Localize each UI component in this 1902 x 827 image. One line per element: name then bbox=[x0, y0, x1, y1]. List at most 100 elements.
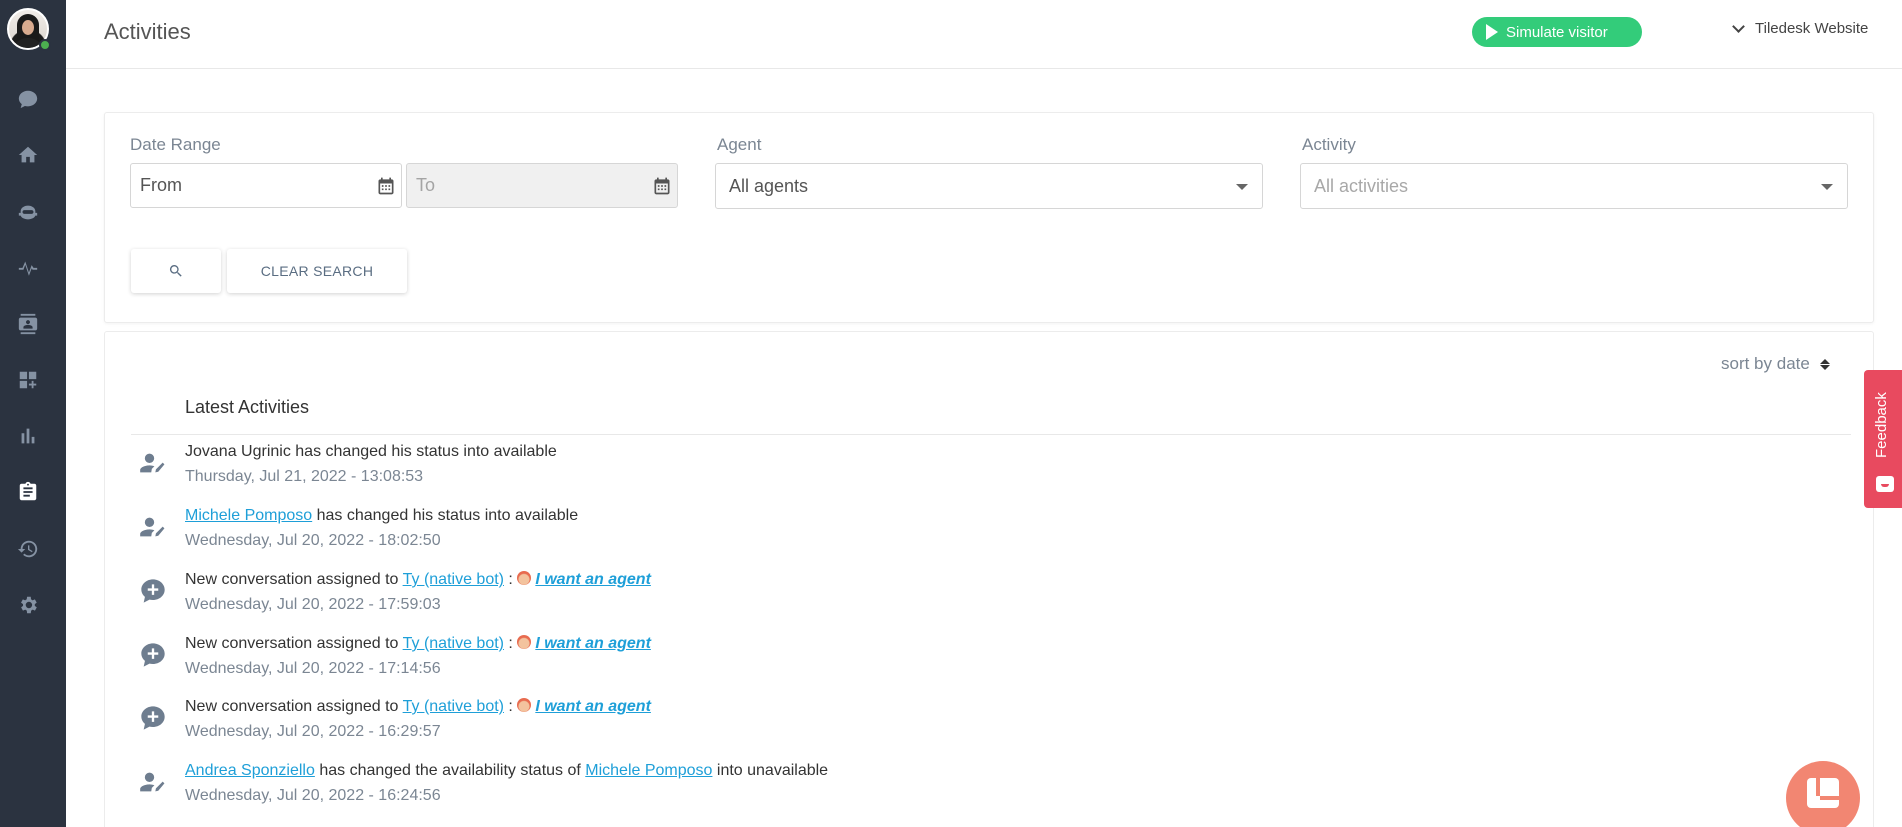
search-icon bbox=[169, 265, 182, 277]
activity-row: New conversation assigned to Ty (native … bbox=[131, 635, 1831, 695]
bar-chart-icon[interactable] bbox=[15, 423, 41, 449]
assignee-link[interactable]: Ty (native bot) bbox=[403, 635, 504, 652]
user-edit-icon bbox=[139, 513, 169, 543]
user-edit-icon bbox=[139, 449, 169, 479]
project-selector[interactable]: Tiledesk Website bbox=[1732, 19, 1869, 37]
activity-prefix: New conversation assigned to bbox=[185, 635, 403, 652]
dropdown-caret-icon bbox=[1821, 184, 1833, 190]
date-to-field[interactable]: To bbox=[406, 163, 678, 208]
calendar-icon[interactable] bbox=[647, 164, 677, 207]
activity-text: New conversation assigned to Ty (native … bbox=[185, 571, 651, 589]
activity-actor-link[interactable]: Michele Pomposo bbox=[185, 507, 312, 524]
clear-search-button[interactable]: CLEAR SEARCH bbox=[227, 249, 407, 293]
conversation-link[interactable]: I want an agent bbox=[517, 698, 651, 715]
activity-prefix: New conversation assigned to bbox=[185, 698, 403, 715]
simulate-visitor-label: Simulate visitor bbox=[1506, 23, 1608, 41]
activity-select[interactable]: All activities bbox=[1300, 163, 1848, 209]
activity-text: New conversation assigned to Ty (native … bbox=[185, 698, 651, 716]
dropdown-caret-icon bbox=[1236, 184, 1248, 190]
divider bbox=[131, 434, 1851, 435]
activity-date: Wednesday, Jul 20, 2022 - 16:24:56 bbox=[185, 787, 441, 804]
agent-select-value: All agents bbox=[729, 175, 809, 196]
activity-row: New conversation assigned to Ty (native … bbox=[131, 698, 1831, 758]
latest-activities-title: Latest Activities bbox=[185, 397, 310, 417]
activity-date: Wednesday, Jul 20, 2022 - 17:14:56 bbox=[185, 660, 441, 677]
sidebar bbox=[0, 0, 66, 827]
sort-label: sort by date bbox=[1721, 354, 1810, 373]
add-comment-icon bbox=[139, 704, 169, 734]
conversation-link[interactable]: I want an agent bbox=[517, 571, 651, 588]
contacts-icon[interactable] bbox=[15, 311, 41, 337]
feedback-tab[interactable]: Feedback bbox=[1864, 370, 1902, 508]
search-button[interactable] bbox=[131, 249, 221, 293]
activity-label: Activity bbox=[1302, 135, 1356, 154]
play-icon bbox=[1486, 24, 1498, 40]
date-from-field[interactable]: From bbox=[130, 163, 402, 208]
chat-launcher-button[interactable] bbox=[1786, 761, 1860, 827]
activity-date: Wednesday, Jul 20, 2022 - 16:29:57 bbox=[185, 723, 441, 740]
add-comment-icon bbox=[139, 641, 169, 671]
activity-text: Michele Pomposo has changed his status i… bbox=[185, 507, 578, 525]
conversation-link[interactable]: I want an agent bbox=[517, 635, 651, 652]
feedback-label: Feedback bbox=[1873, 392, 1890, 458]
calendar-icon[interactable] bbox=[371, 164, 401, 207]
agent-select[interactable]: All agents bbox=[715, 163, 1263, 209]
activity-date: Wednesday, Jul 20, 2022 - 17:59:03 bbox=[185, 596, 441, 613]
assignee-link[interactable]: Ty (native bot) bbox=[403, 571, 504, 588]
date-to-placeholder: To bbox=[416, 175, 436, 195]
agent-label: Agent bbox=[717, 135, 762, 154]
activity-prefix: New conversation assigned to bbox=[185, 571, 403, 588]
activity-actor-link[interactable]: Andrea Sponziello bbox=[185, 762, 315, 779]
date-from-placeholder: From bbox=[140, 175, 182, 195]
assignee-link[interactable]: Ty (native bot) bbox=[403, 698, 504, 715]
activity-suffix: into unavailable bbox=[712, 762, 829, 779]
activities-panel: sort by date Latest Activities Jovana Ug… bbox=[104, 331, 1874, 827]
sort-by-date-toggle[interactable]: sort by date bbox=[1721, 354, 1830, 374]
clipboard-icon[interactable] bbox=[15, 479, 41, 505]
project-name: Tiledesk Website bbox=[1755, 20, 1869, 37]
activity-description: has changed the availability status of bbox=[314, 762, 586, 779]
activity-date: Wednesday, Jul 20, 2022 - 18:02:50 bbox=[185, 532, 441, 549]
bot-icon[interactable] bbox=[15, 199, 41, 225]
visitor-emoji-icon bbox=[517, 698, 532, 712]
activity-separator: : bbox=[503, 698, 518, 715]
activity-description: has changed his status into available bbox=[290, 443, 557, 460]
top-header: Activities Simulate visitor Tiledesk Web… bbox=[66, 0, 1902, 69]
visitor-emoji-icon bbox=[517, 571, 532, 585]
activity-select-placeholder: All activities bbox=[1314, 175, 1409, 196]
add-comment-icon bbox=[139, 577, 169, 607]
apps-icon[interactable] bbox=[15, 367, 41, 393]
home-icon[interactable] bbox=[15, 142, 41, 168]
activity-target-link[interactable]: Michele Pomposo bbox=[585, 762, 712, 779]
smiley-icon bbox=[1876, 476, 1894, 492]
activity-row: New conversation assigned to Ty (native … bbox=[131, 571, 1831, 631]
date-range-label: Date Range bbox=[130, 135, 221, 154]
conversation-message: I want an agent bbox=[535, 571, 651, 588]
chat-widget-icon bbox=[1807, 778, 1839, 808]
filters-panel: Date Range From To Agent All agents Acti… bbox=[104, 112, 1874, 323]
simulate-visitor-button[interactable]: Simulate visitor bbox=[1472, 17, 1642, 47]
gear-icon[interactable] bbox=[15, 592, 41, 618]
activity-separator: : bbox=[503, 635, 518, 652]
conversation-message: I want an agent bbox=[535, 698, 651, 715]
chat-bubble-icon[interactable] bbox=[15, 86, 41, 112]
history-icon[interactable] bbox=[15, 536, 41, 562]
online-status-dot bbox=[39, 39, 51, 51]
user-edit-icon bbox=[139, 768, 169, 798]
activity-text: New conversation assigned to Ty (native … bbox=[185, 635, 651, 653]
activity-row: Andrea Sponziello has changed the availa… bbox=[131, 762, 1831, 822]
page-title: Activities bbox=[104, 19, 191, 44]
sort-icon bbox=[1819, 358, 1830, 370]
activity-text: Andrea Sponziello has changed the availa… bbox=[185, 762, 828, 780]
conversation-message: I want an agent bbox=[535, 635, 651, 652]
chevron-down-icon bbox=[1732, 19, 1745, 33]
activity-row: Jovana Ugrinic has changed his status in… bbox=[131, 443, 1831, 503]
activity-date: Thursday, Jul 21, 2022 - 13:08:53 bbox=[185, 468, 424, 485]
activity-pulse-icon[interactable] bbox=[15, 254, 41, 280]
activity-text: Jovana Ugrinic has changed his status in… bbox=[185, 443, 557, 461]
activity-actor: Jovana Ugrinic bbox=[185, 443, 291, 460]
activity-row: Michele Pomposo has changed his status i… bbox=[131, 507, 1831, 567]
activity-description: has changed his status into available bbox=[312, 507, 579, 524]
visitor-emoji-icon bbox=[517, 635, 532, 649]
activity-separator: : bbox=[503, 571, 518, 588]
